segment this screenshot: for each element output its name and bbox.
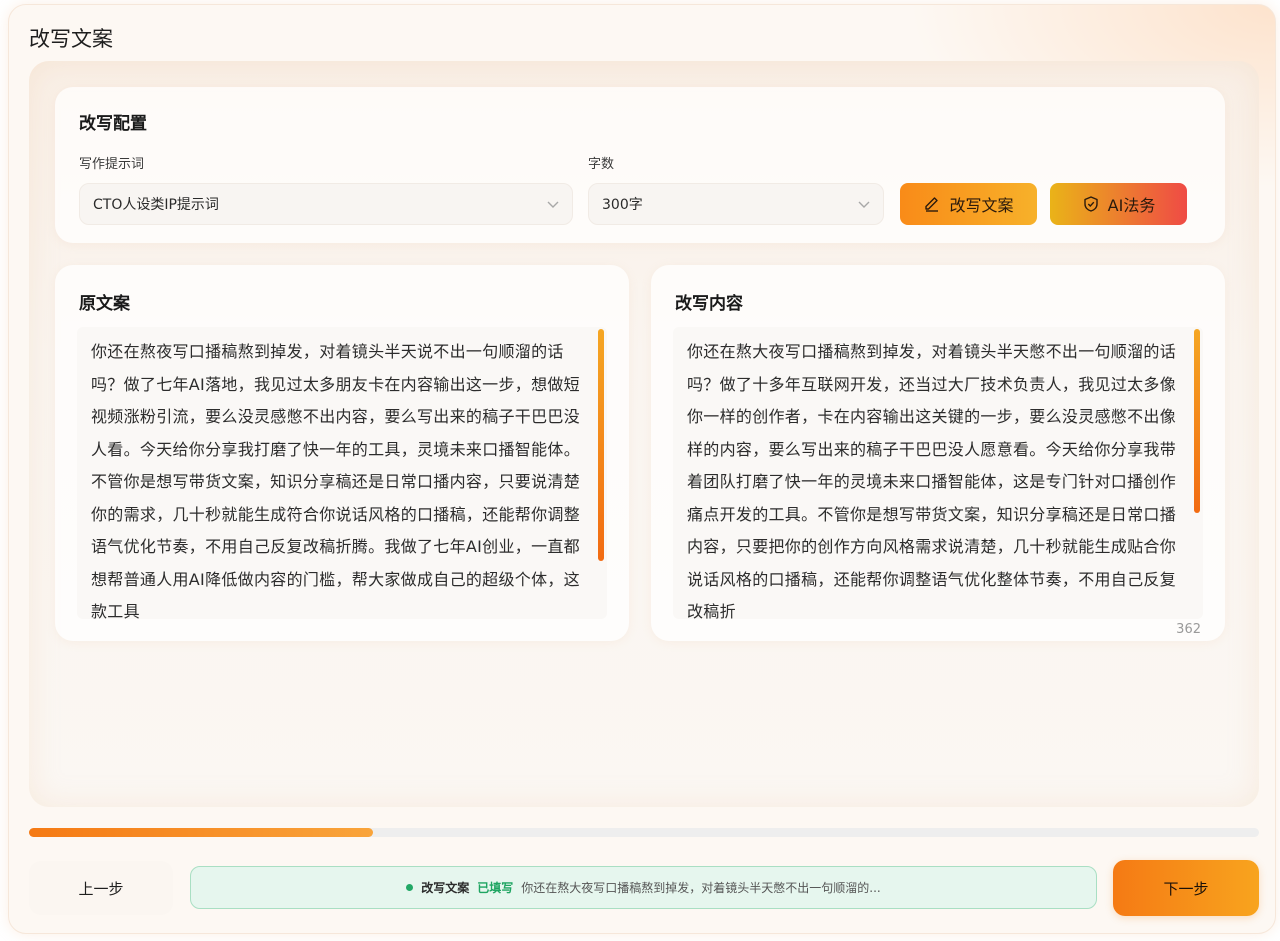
source-text: 你还在熬夜写口播稿熬到掉发，对着镜头半天说不出一句顺溜的话吗？做了七年AI落地，… bbox=[91, 342, 581, 619]
result-textarea[interactable]: 你还在熬大夜写口播稿熬到掉发，对着镜头半天憋不出一句顺溜的话吗？做了十多年互联网… bbox=[673, 327, 1203, 619]
wordcount-label: 字数 bbox=[588, 157, 615, 172]
wordcount-select[interactable]: 300字 bbox=[588, 183, 884, 225]
result-card: 改写内容 你还在熬大夜写口播稿熬到掉发，对着镜头半天憋不出一句顺溜的话吗？做了十… bbox=[651, 265, 1225, 641]
status-dot-icon bbox=[406, 884, 414, 891]
char-count: 362 bbox=[1176, 622, 1201, 637]
status-badge: 已填写 bbox=[477, 881, 514, 895]
workspace: 改写配置 写作提示词 CTO人设类IP提示词 字数 300字 改写文案 AI法务… bbox=[29, 61, 1259, 807]
prompt-select[interactable]: CTO人设类IP提示词 bbox=[79, 183, 573, 225]
status-bar: 改写文案 已填写 你还在熬大夜写口播稿熬到掉发，对着镜头半天憋不出一句顺溜的..… bbox=[190, 866, 1097, 909]
rewrite-panel: 改写文案 改写配置 写作提示词 CTO人设类IP提示词 字数 300字 改写文案 bbox=[8, 4, 1276, 934]
next-step-button[interactable]: 下一步 bbox=[1113, 860, 1259, 916]
status-preview: 你还在熬大夜写口播稿熬到掉发，对着镜头半天憋不出一句顺溜的... bbox=[521, 881, 881, 895]
shield-check-icon bbox=[1083, 196, 1098, 212]
prompt-label: 写作提示词 bbox=[79, 157, 145, 172]
progress-fill bbox=[29, 828, 374, 837]
config-card: 改写配置 写作提示词 CTO人设类IP提示词 字数 300字 改写文案 AI法务 bbox=[55, 87, 1225, 243]
pen-icon bbox=[925, 197, 939, 212]
source-scrollbar[interactable] bbox=[598, 329, 604, 561]
source-textarea[interactable]: 你还在熬夜写口播稿熬到掉发，对着镜头半天说不出一句顺溜的话吗？做了七年AI落地，… bbox=[77, 327, 607, 619]
wordcount-select-value: 300字 bbox=[602, 197, 643, 213]
source-card: 原文案 你还在熬夜写口播稿熬到掉发，对着镜头半天说不出一句顺溜的话吗？做了七年A… bbox=[55, 265, 629, 641]
result-scrollbar[interactable] bbox=[1194, 329, 1200, 513]
rewrite-button[interactable]: 改写文案 bbox=[900, 183, 1037, 225]
rewrite-button-label: 改写文案 bbox=[949, 196, 1014, 215]
prev-step-button[interactable]: 上一步 bbox=[29, 861, 173, 915]
source-title: 原文案 bbox=[79, 294, 130, 314]
page-title: 改写文案 bbox=[29, 27, 113, 51]
prompt-select-value: CTO人设类IP提示词 bbox=[93, 197, 219, 213]
status-step: 改写文案 bbox=[421, 881, 470, 895]
ai-legal-button[interactable]: AI法务 bbox=[1050, 183, 1187, 225]
config-title: 改写配置 bbox=[79, 114, 147, 134]
progress-track bbox=[29, 828, 1259, 837]
result-title: 改写内容 bbox=[675, 294, 743, 314]
result-text: 你还在熬大夜写口播稿熬到掉发，对着镜头半天憋不出一句顺溜的话吗？做了十多年互联网… bbox=[687, 342, 1177, 619]
ai-legal-button-label: AI法务 bbox=[1107, 196, 1156, 215]
chevron-down-icon bbox=[858, 201, 870, 208]
chevron-down-icon bbox=[547, 201, 559, 208]
